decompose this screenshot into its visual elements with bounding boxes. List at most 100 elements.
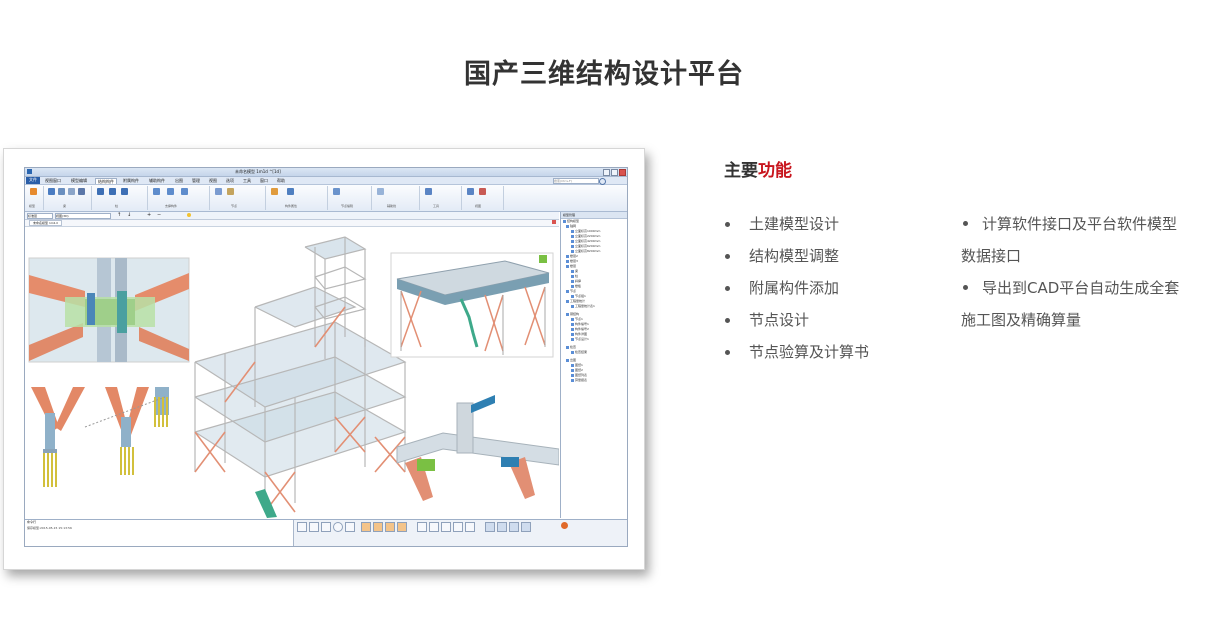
tab-view-window[interactable]: 视图窗口 [43,178,63,183]
tab-help[interactable]: 帮助 [275,178,287,183]
model-viewport[interactable] [25,227,560,518]
pan-tool-icon[interactable] [509,522,519,532]
view-tool-icon[interactable] [485,522,495,532]
edit-tool-icon[interactable] [429,522,439,532]
tab-manage[interactable]: 管理 [190,178,202,183]
tree-panel-header: 模型管理 [561,212,627,219]
snap-icon[interactable] [309,522,319,532]
tools-icon[interactable] [425,188,432,195]
tab-model-edit[interactable]: 模型编辑 [69,178,89,183]
file-menu-button[interactable]: 文件 [26,177,40,184]
maximize-button[interactable] [611,169,618,176]
ribbon-group-view: 视图 [463,186,504,210]
zoom-tool-icon[interactable] [497,522,507,532]
close-doc-icon[interactable] [552,220,556,224]
feature-item: 附属构件添加 [725,272,869,304]
tree-item[interactable]: 检查结果 [571,350,587,355]
window-title: 未命名模型 1m1d ^[1d] [235,169,281,174]
layer-tool-icon[interactable] [417,522,427,532]
search-icon[interactable] [599,178,606,185]
render-icon[interactable] [479,188,486,195]
plate-icon[interactable] [227,188,234,195]
feature-item: 导出到CAD平台自动生成全套 [961,272,1201,304]
layer-select[interactable]: 标准层 [27,213,53,219]
ribbon-group-label: 构件属性 [285,204,298,208]
beam-icon[interactable] [48,188,55,195]
bullet-icon [963,220,968,226]
select-icon[interactable] [321,522,331,532]
tab-auxiliary[interactable]: 辅助构件 [147,178,167,183]
tab-attached[interactable]: 附属构件 [121,178,141,183]
ribbon-group-label: 节点编辑 [341,204,354,208]
bolt-tool-icon[interactable] [385,522,395,532]
page-title: 国产三维结构设计平台 [464,59,744,90]
copy-tool-icon[interactable] [441,522,451,532]
beam-connection-detail [396,395,560,501]
clock-icon[interactable] [333,522,343,532]
tab-options[interactable]: 选项 [224,178,236,183]
document-tab-bar: 未命名模型 1m1d [25,220,559,227]
software-screenshot: 未命名模型 1m1d ^[1d] 文件 视图窗口 模型编辑 结构构件 附属构件 … [3,148,645,570]
support-icon[interactable] [153,188,160,195]
ribbon-group-label: 模型 [29,204,36,208]
features-heading: 主要功能 [724,156,792,181]
arrow-down-icon[interactable]: ↓ [127,213,131,218]
k-brace-icon[interactable] [121,188,128,195]
stair-icon[interactable] [167,188,174,195]
close-button[interactable] [619,169,626,176]
gear-icon[interactable] [561,522,568,529]
v-brace-icon[interactable] [109,188,116,195]
search-input[interactable]: 搜索(Ctrl+F) [553,178,599,184]
feature-item: 节点验算及计算书 [725,336,869,368]
weld-icon[interactable] [287,188,294,195]
ribbon-group-label: 梁 [63,204,67,208]
tree-item[interactable]: 工程量统计表1 [571,304,595,309]
tree-item[interactable]: 算量报表 [571,378,587,383]
ribbon-group-column: 柱 [93,186,148,210]
node-icon[interactable] [215,188,222,195]
log-title: 命令行 [27,520,37,524]
app-logo-icon [27,169,32,174]
rotate-tool-icon[interactable] [465,522,475,532]
doc-tab[interactable]: 未命名模型 1m1d [29,220,62,226]
aux-line-icon[interactable] [377,188,384,195]
view-icon[interactable] [467,188,474,195]
move-tool-icon[interactable] [453,522,463,532]
ribbon-group-node: 节点 [211,186,266,210]
tab-structure[interactable]: 结构构件 [95,178,117,184]
measure-icon[interactable] [345,522,355,532]
view-select[interactable]: 视图(3D) [55,213,111,219]
property-icon[interactable] [271,188,278,195]
truss-icon[interactable] [78,188,85,195]
minimize-button[interactable] [603,169,610,176]
grid-icon[interactable] [297,522,307,532]
plate-tool-icon[interactable] [397,522,407,532]
railing-icon[interactable] [181,188,188,195]
brace-icon[interactable] [68,188,75,195]
main-structure-model [194,236,407,518]
edit-node-icon[interactable] [333,188,340,195]
arrow-up-icon[interactable]: ↑ [117,213,121,218]
ribbon-group-model: 模型 [25,186,44,210]
log-line: 保存模型:2015-05-15 15:13:56 [27,526,72,530]
tab-tools[interactable]: 工具 [241,178,253,183]
column-icon[interactable] [58,188,65,195]
ribbon-group-tools: 工具 [421,186,462,210]
bottom-panel: 命令行 保存模型:2015-05-15 15:13:56 [25,519,627,546]
fit-tool-icon[interactable] [521,522,531,532]
features-heading-prefix: 主要 [724,161,758,181]
tab-view[interactable]: 视图 [207,178,219,183]
tab-drawing[interactable]: 出图 [173,178,185,183]
model-icon[interactable] [30,188,37,195]
remove-icon[interactable]: − [157,213,161,218]
tree-item[interactable]: 节点设计1 [571,337,589,342]
x-brace-icon[interactable] [97,188,104,195]
tab-window[interactable]: 窗口 [258,178,270,183]
bulb-icon[interactable] [187,213,191,217]
node-tool-icon[interactable] [361,522,371,532]
bullet-icon [725,254,730,259]
add-icon[interactable]: + [147,213,151,218]
menu-bar: 文件 视图窗口 模型编辑 结构构件 附属构件 辅助构件 出图 管理 视图 选项 … [25,177,627,185]
weld-tool-icon[interactable] [373,522,383,532]
tree-panel-title: 模型管理 [563,213,576,217]
